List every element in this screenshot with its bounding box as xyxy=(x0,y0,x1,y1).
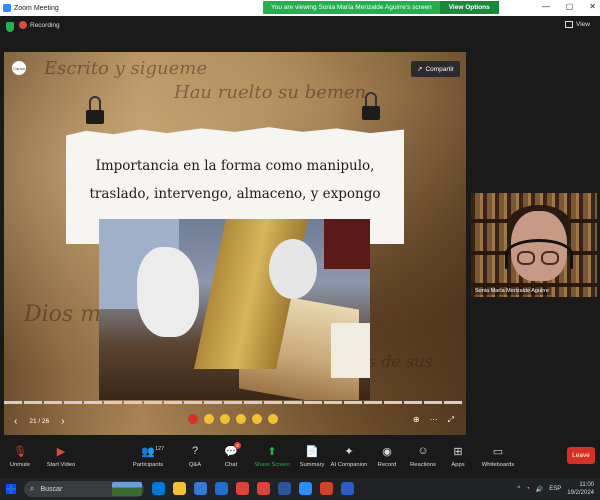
thumbs-up-reaction-icon[interactable] xyxy=(204,414,214,424)
record-dot-icon xyxy=(19,21,27,29)
video-off-icon: ▶ xyxy=(56,445,66,458)
minimize-button[interactable]: — xyxy=(542,2,550,11)
taskbar-apps xyxy=(152,482,354,495)
search-icon: ⌕ xyxy=(30,484,35,493)
participant-video-tile[interactable]: Sonia María Merizalde Aguirre xyxy=(471,193,597,297)
word-icon[interactable] xyxy=(278,482,291,495)
clock[interactable]: 11:00 19/2/2024 xyxy=(567,481,594,497)
chrome-icon[interactable] xyxy=(236,482,249,495)
store-icon[interactable] xyxy=(194,482,207,495)
binder-clip-icon xyxy=(360,92,382,132)
language-indicator[interactable]: ESP xyxy=(549,486,561,492)
share-screen-icon: ⬆ xyxy=(267,445,277,458)
shield-icon[interactable] xyxy=(6,22,14,32)
powerpoint-icon[interactable] xyxy=(320,482,333,495)
background-handwriting: Escrito y sigueme xyxy=(44,58,207,79)
participants-icon: 👥 xyxy=(141,445,155,458)
shared-screen-slide: Escrito y sigueme Hau ruelto su bemen Di… xyxy=(4,52,466,435)
meeting-status-strip xyxy=(0,16,600,40)
start-video-button[interactable]: ▶ Start Video xyxy=(36,440,86,469)
whiteboards-button[interactable]: ▭ Whiteboards xyxy=(473,440,523,469)
participants-button[interactable]: 👥 Participants xyxy=(123,440,173,469)
fullscreen-icon[interactable]: ⤢ xyxy=(448,415,454,425)
recording-indicator[interactable]: Recording xyxy=(19,21,60,29)
surprised-reaction-icon[interactable] xyxy=(252,414,262,424)
party-reaction-icon[interactable] xyxy=(268,414,278,424)
muted-mic-icon: 🎙 xyxy=(13,445,27,458)
wifi-icon[interactable]: ◔ xyxy=(526,486,530,492)
record-icon: ◉ xyxy=(382,445,392,458)
gloved-hands-book-photo xyxy=(99,219,370,400)
more-options-icon[interactable]: ⋯ xyxy=(430,415,438,425)
participants-count: 127 xyxy=(155,446,165,452)
file-explorer-icon[interactable] xyxy=(173,482,186,495)
compartir-button[interactable]: ↗ Compartir xyxy=(411,61,460,77)
zoom-logo-icon xyxy=(3,4,11,12)
window-title: Zoom Meeting xyxy=(14,4,59,12)
smiley-icon: ☺ xyxy=(417,445,429,457)
teams-icon[interactable] xyxy=(341,482,354,495)
zoom-taskbar-icon[interactable] xyxy=(299,482,312,495)
view-button[interactable]: View xyxy=(565,21,590,28)
tray-chevron-icon[interactable]: ^ xyxy=(517,486,520,492)
close-button[interactable]: ✕ xyxy=(589,2,596,11)
weather-landscape-icon[interactable] xyxy=(112,482,142,496)
slide-reactions xyxy=(188,414,278,424)
slide-progress-bar[interactable] xyxy=(4,401,462,404)
previous-slide-button[interactable]: ‹ xyxy=(14,416,17,427)
share-banner: You are viewing Sonia María Merizalde Ag… xyxy=(263,1,499,14)
slide-tools: ⊕ ⋯ ⤢ xyxy=(413,415,454,425)
summary-icon: 📄 xyxy=(305,445,319,458)
recording-label: Recording xyxy=(30,21,60,29)
qa-icon: ? xyxy=(191,445,199,457)
share-banner-text: You are viewing Sonia María Merizalde Ag… xyxy=(271,4,432,11)
grid-view-icon xyxy=(565,21,574,28)
edge-icon[interactable] xyxy=(152,482,165,495)
apps-icon: ⊞ xyxy=(453,445,463,458)
next-slide-button[interactable]: › xyxy=(61,416,64,427)
chat-badge: 4 xyxy=(234,442,241,449)
canva-logo-icon: Canva xyxy=(12,61,26,75)
clap-reaction-icon[interactable] xyxy=(220,414,230,424)
window-controls: — ▢ ✕ xyxy=(542,2,596,11)
chrome-profile-icon[interactable] xyxy=(257,482,270,495)
slide-title: Importancia en la forma como manipulo, t… xyxy=(89,158,381,202)
volume-icon[interactable]: 🔊 xyxy=(536,486,543,493)
search-placeholder: Buscar xyxy=(40,485,63,493)
leave-button[interactable]: Leave xyxy=(567,447,595,464)
sparkle-icon: ✦ xyxy=(344,445,354,458)
view-label: View xyxy=(576,21,590,28)
compartir-label: Compartir xyxy=(425,65,454,73)
mail-icon[interactable] xyxy=(215,482,228,495)
laugh-reaction-icon[interactable] xyxy=(236,414,246,424)
clock-time: 11:00 xyxy=(579,482,594,488)
zoom-in-icon[interactable]: ⊕ xyxy=(413,415,420,425)
clock-date: 19/2/2024 xyxy=(567,490,594,496)
whiteboard-icon: ▭ xyxy=(492,445,504,458)
heart-reaction-icon[interactable] xyxy=(188,414,198,424)
participant-name: Sonia María Merizalde Aguirre xyxy=(473,287,551,295)
maximize-button[interactable]: ▢ xyxy=(566,2,574,11)
meeting-toolbar: 🎙 Unmute ▶ Start Video 👥 Participants 12… xyxy=(0,440,600,478)
slide-counter: 21 / 26 xyxy=(29,417,50,425)
binder-clip-icon xyxy=(84,96,106,136)
view-options-button[interactable]: View Options xyxy=(439,1,499,14)
share-arrow-icon: ↗ xyxy=(417,66,423,73)
system-tray: ^ ◔ 🔊 ESP 11:00 19/2/2024 xyxy=(517,481,594,497)
windows-start-icon[interactable] xyxy=(6,484,16,494)
windows-taskbar: ⌕ Buscar ^ ◔ 🔊 ESP 11:00 19/2/2024 xyxy=(0,478,600,500)
background-handwriting: Hau ruelto su bemen xyxy=(174,82,367,103)
